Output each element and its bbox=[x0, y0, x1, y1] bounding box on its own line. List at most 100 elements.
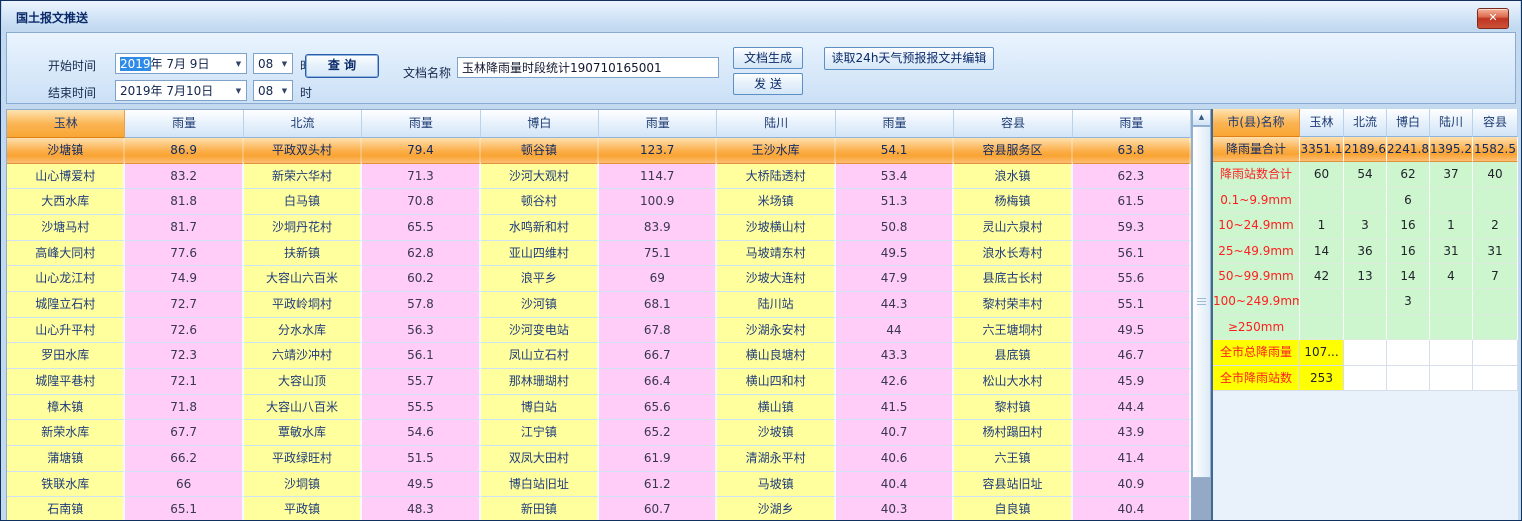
summary-column-header-1[interactable]: 玉林 bbox=[1300, 109, 1344, 137]
table-row[interactable]: 山心升平村72.6分水水库56.3沙河变电站67.8沙湖永安村44六王塘垌村49… bbox=[7, 318, 1191, 344]
cell-rain-value[interactable]: 51.3 bbox=[836, 189, 954, 215]
cell-rain-value[interactable]: 65.1 bbox=[125, 497, 243, 520]
cell-rain-value[interactable]: 49.5 bbox=[362, 472, 480, 498]
cell-station-name[interactable]: 横山良塘村 bbox=[717, 343, 835, 369]
cell-station-name[interactable]: 平政镇 bbox=[244, 497, 362, 520]
cell-station-name[interactable]: 罗田水库 bbox=[7, 343, 125, 369]
summary-row[interactable]: 0.1~9.9mm6 bbox=[1213, 188, 1518, 213]
cell-station-name[interactable]: 马坡靖东村 bbox=[717, 241, 835, 267]
cell-rain-value[interactable]: 72.7 bbox=[125, 292, 243, 318]
cell-rain-value[interactable]: 44.4 bbox=[1073, 395, 1191, 421]
column-header-5[interactable]: 雨量 bbox=[599, 110, 717, 138]
cell-station-name[interactable]: 平政岭垌村 bbox=[244, 292, 362, 318]
cell-rain-value[interactable]: 61.2 bbox=[599, 472, 717, 498]
summary-row[interactable]: 50~99.9mm42131447 bbox=[1213, 264, 1518, 289]
cell-station-name[interactable]: 六王塘垌村 bbox=[954, 318, 1072, 344]
cell-station-name[interactable]: 铁联水库 bbox=[7, 472, 125, 498]
cell-rain-value[interactable]: 47.9 bbox=[836, 266, 954, 292]
cell-rain-value[interactable]: 43.9 bbox=[1073, 420, 1191, 446]
cell-rain-value[interactable]: 114.7 bbox=[599, 164, 717, 190]
cell-station-name[interactable]: 水鸣新和村 bbox=[481, 215, 599, 241]
cell-rain-value[interactable]: 81.7 bbox=[125, 215, 243, 241]
doc-name-input[interactable] bbox=[457, 57, 719, 78]
query-button[interactable]: 查 询 bbox=[305, 54, 379, 78]
end-hour-combo[interactable]: 08 ▼ bbox=[253, 80, 293, 101]
cell-station-name[interactable]: 分水水库 bbox=[244, 318, 362, 344]
cell-station-name[interactable]: 城隍立石村 bbox=[7, 292, 125, 318]
cell-station-name[interactable]: 王沙水库 bbox=[717, 138, 835, 164]
cell-rain-value[interactable]: 62.8 bbox=[362, 241, 480, 267]
cell-station-name[interactable]: 沙湖乡 bbox=[717, 497, 835, 520]
cell-station-name[interactable]: 沙塘马村 bbox=[7, 215, 125, 241]
summary-column-header-2[interactable]: 北流 bbox=[1344, 109, 1387, 137]
cell-rain-value[interactable]: 100.9 bbox=[599, 189, 717, 215]
cell-station-name[interactable]: 山心龙江村 bbox=[7, 266, 125, 292]
summary-row[interactable]: 100~249.9mm3 bbox=[1213, 289, 1518, 314]
chevron-down-icon[interactable]: ▼ bbox=[277, 60, 292, 68]
cell-station-name[interactable]: 浪水镇 bbox=[954, 164, 1072, 190]
cell-rain-value[interactable]: 60.2 bbox=[362, 266, 480, 292]
cell-rain-value[interactable]: 72.3 bbox=[125, 343, 243, 369]
cell-rain-value[interactable]: 66 bbox=[125, 472, 243, 498]
cell-station-name[interactable]: 杨梅镇 bbox=[954, 189, 1072, 215]
cell-rain-value[interactable]: 75.1 bbox=[599, 241, 717, 267]
cell-station-name[interactable]: 亚山四维村 bbox=[481, 241, 599, 267]
summary-column-header-5[interactable]: 容县 bbox=[1473, 109, 1518, 137]
cell-rain-value[interactable]: 77.6 bbox=[125, 241, 243, 267]
cell-station-name[interactable]: 容县服务区 bbox=[954, 138, 1072, 164]
summary-column-header-3[interactable]: 博白 bbox=[1387, 109, 1430, 137]
vertical-scrollbar[interactable]: ▲ bbox=[1192, 109, 1211, 520]
cell-rain-value[interactable]: 49.5 bbox=[836, 241, 954, 267]
cell-rain-value[interactable]: 63.8 bbox=[1073, 138, 1191, 164]
cell-station-name[interactable]: 沙坡镇 bbox=[717, 420, 835, 446]
cell-station-name[interactable]: 浪水长寿村 bbox=[954, 241, 1072, 267]
column-header-0[interactable]: 玉林 bbox=[7, 110, 125, 138]
cell-rain-value[interactable]: 55.5 bbox=[362, 395, 480, 421]
cell-rain-value[interactable]: 60.7 bbox=[599, 497, 717, 520]
cell-rain-value[interactable]: 70.8 bbox=[362, 189, 480, 215]
table-row[interactable]: 罗田水库72.3六靖沙冲村56.1凤山立石村66.7横山良塘村43.3县底镇46… bbox=[7, 343, 1191, 369]
cell-station-name[interactable]: 马坡镇 bbox=[717, 472, 835, 498]
cell-rain-value[interactable]: 49.5 bbox=[1073, 318, 1191, 344]
cell-station-name[interactable]: 顿谷村 bbox=[481, 189, 599, 215]
summary-row[interactable]: 全市降雨站数253 bbox=[1213, 366, 1518, 391]
cell-rain-value[interactable]: 40.7 bbox=[836, 420, 954, 446]
cell-rain-value[interactable]: 54.6 bbox=[362, 420, 480, 446]
cell-rain-value[interactable]: 53.4 bbox=[836, 164, 954, 190]
cell-rain-value[interactable]: 56.3 bbox=[362, 318, 480, 344]
cell-rain-value[interactable]: 69 bbox=[599, 266, 717, 292]
cell-station-name[interactable]: 浪平乡 bbox=[481, 266, 599, 292]
cell-rain-value[interactable]: 67.7 bbox=[125, 420, 243, 446]
table-row[interactable]: 石南镇65.1平政镇48.3新田镇60.7沙湖乡40.3自良镇40.4 bbox=[7, 497, 1191, 520]
cell-rain-value[interactable]: 41.5 bbox=[836, 395, 954, 421]
cell-station-name[interactable]: 大容山顶 bbox=[244, 369, 362, 395]
cell-station-name[interactable]: 凤山立石村 bbox=[481, 343, 599, 369]
summary-row[interactable]: ≥250mm bbox=[1213, 315, 1518, 340]
cell-station-name[interactable]: 松山大水村 bbox=[954, 369, 1072, 395]
cell-rain-value[interactable]: 40.4 bbox=[836, 472, 954, 498]
cell-station-name[interactable]: 白马镇 bbox=[244, 189, 362, 215]
cell-rain-value[interactable]: 65.6 bbox=[599, 395, 717, 421]
cell-rain-value[interactable]: 44.3 bbox=[836, 292, 954, 318]
close-icon[interactable]: ✕ bbox=[1477, 8, 1509, 29]
cell-station-name[interactable]: 大西水库 bbox=[7, 189, 125, 215]
cell-rain-value[interactable]: 40.4 bbox=[1073, 497, 1191, 520]
table-row[interactable]: 新荣水库67.7覃敏水库54.6江宁镇65.2沙坡镇40.7杨村蹋田村43.9 bbox=[7, 420, 1191, 446]
cell-rain-value[interactable]: 61.5 bbox=[1073, 189, 1191, 215]
cell-rain-value[interactable]: 66.2 bbox=[125, 446, 243, 472]
cell-rain-value[interactable]: 43.3 bbox=[836, 343, 954, 369]
cell-station-name[interactable]: 沙河大观村 bbox=[481, 164, 599, 190]
cell-station-name[interactable]: 大容山六百米 bbox=[244, 266, 362, 292]
cell-rain-value[interactable]: 65.5 bbox=[362, 215, 480, 241]
cell-station-name[interactable]: 沙垌丹花村 bbox=[244, 215, 362, 241]
table-row[interactable]: 城隍平巷村72.1大容山顶55.7那林珊瑚村66.4横山四和村42.6松山大水村… bbox=[7, 369, 1191, 395]
cell-rain-value[interactable]: 71.3 bbox=[362, 164, 480, 190]
cell-station-name[interactable]: 陆川站 bbox=[717, 292, 835, 318]
table-row[interactable]: 沙塘镇86.9平政双头村79.4顿谷镇123.7王沙水库54.1容县服务区63.… bbox=[7, 138, 1191, 164]
table-row[interactable]: 山心龙江村74.9大容山六百米60.2浪平乡69沙坡大连村47.9县底古长村55… bbox=[7, 266, 1191, 292]
cell-rain-value[interactable]: 74.9 bbox=[125, 266, 243, 292]
cell-rain-value[interactable]: 66.7 bbox=[599, 343, 717, 369]
cell-station-name[interactable]: 杨村蹋田村 bbox=[954, 420, 1072, 446]
chevron-down-icon[interactable]: ▼ bbox=[231, 87, 246, 95]
generate-doc-button[interactable]: 文档生成 bbox=[733, 47, 803, 69]
